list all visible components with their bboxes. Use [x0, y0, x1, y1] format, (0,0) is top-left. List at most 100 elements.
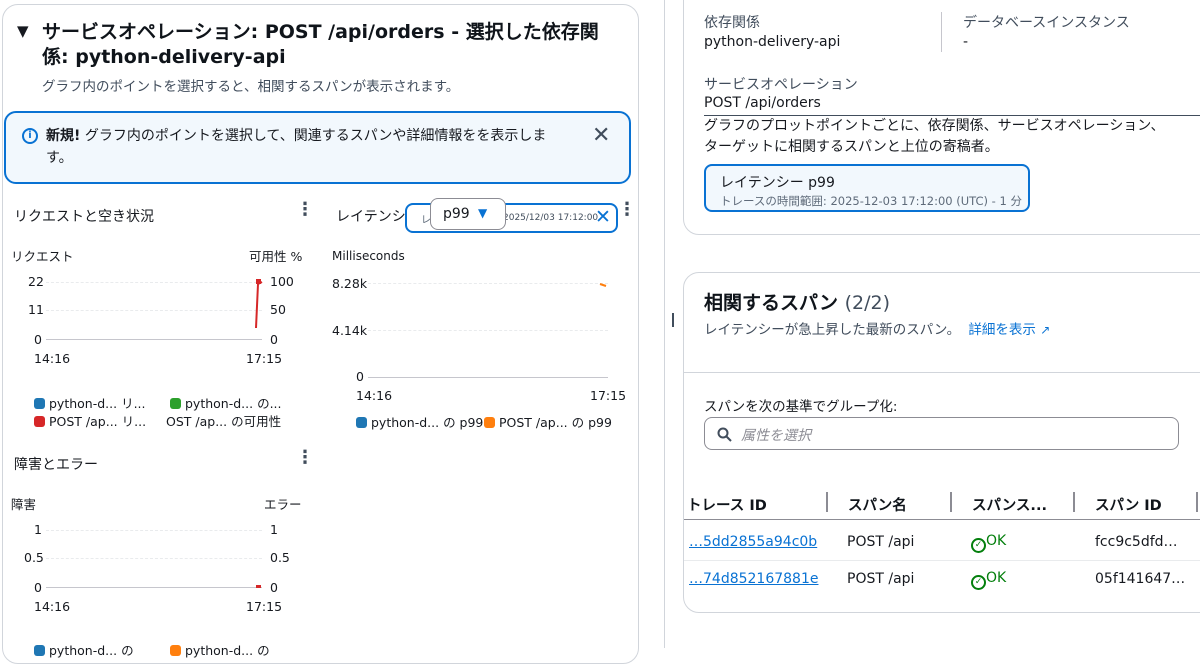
tick-left-1: 11: [28, 302, 44, 317]
details-description: グラフのプロットポイントごとに、依存関係、サービスオペレーション、 ターゲットに…: [704, 118, 1165, 155]
column-header-span-id[interactable]: スパン ID: [1095, 494, 1162, 515]
column-resizer[interactable]: [826, 492, 828, 512]
external-link-icon[interactable]: ↗: [1040, 323, 1050, 337]
availability-series: [255, 279, 263, 329]
latency-series: [599, 283, 607, 287]
tick-left-1: 0.5: [24, 550, 44, 565]
more-options-icon[interactable]: ⋮: [618, 201, 636, 219]
trace-id-link[interactable]: …74d852167881e: [689, 571, 818, 587]
db-instance-label: データベースインスタンス: [963, 15, 1130, 31]
tick-right-0: 1: [270, 522, 278, 537]
span-name: POST /api: [847, 571, 915, 587]
chart-title-requests: リクエストと空き状況: [14, 209, 154, 225]
legend-item[interactable]: OST /ap... の可用性: [166, 411, 281, 430]
legend-item[interactable]: python-d... リ...: [34, 393, 146, 412]
search-icon: [717, 427, 732, 442]
chart-title-faults: 障害とエラー: [14, 457, 98, 473]
column-header-span-status[interactable]: スパンス...: [972, 494, 1047, 515]
x-axis: [46, 339, 262, 340]
row-divider: [684, 560, 1200, 561]
operation-value: POST /api/orders: [704, 95, 821, 111]
column-resizer[interactable]: [950, 492, 952, 512]
legend-item[interactable]: python-d... の: [170, 640, 270, 659]
axis-label-errors: エラー: [264, 497, 302, 512]
tick-y-0: 8.28k: [332, 276, 368, 291]
spans-title: 相関するスパン (2/2): [704, 292, 890, 314]
left-panel: [2, 4, 639, 664]
column-header-trace-id[interactable]: トレース ID: [687, 494, 767, 515]
section-divider: [684, 372, 1200, 373]
caret-down-icon: ▼: [478, 206, 488, 220]
info-icon: i: [22, 128, 38, 144]
tick-right-0: 100: [270, 274, 294, 289]
group-by-label: スパンを次の基準でグループ化:: [704, 399, 898, 415]
x-tick-start: 14:16: [34, 599, 71, 614]
tick-left-2: 0: [34, 580, 42, 595]
grid-line: [46, 530, 262, 531]
stat-select-value: p99: [443, 206, 470, 222]
close-icon[interactable]: ✕: [592, 123, 610, 148]
axis-label-faults: 障害: [11, 497, 37, 512]
dependency-value: python-delivery-api: [704, 34, 841, 50]
attribute-search-input[interactable]: 属性を選択: [704, 417, 1179, 450]
grid-line: [46, 310, 262, 311]
check-circle-icon: ✓: [971, 575, 986, 590]
check-circle-icon: ✓: [971, 538, 986, 553]
span-id: 05f141647…: [1095, 571, 1186, 587]
fault-series-marker: [256, 585, 261, 588]
column-resizer[interactable]: [1073, 492, 1075, 512]
more-options-icon[interactable]: ⋮: [296, 201, 314, 219]
tick-left-0: 22: [28, 274, 44, 289]
span-id: fcc9c5dfd…: [1095, 534, 1178, 550]
tick-right-2: 0: [270, 580, 278, 595]
legend-item[interactable]: POST /ap... の p99: [484, 412, 612, 431]
stat-select[interactable]: p99 ▼: [430, 198, 506, 230]
badge-subtitle: トレースの時間範囲: 2025-12-03 17:12:00 (UTC) - 1…: [720, 194, 1022, 208]
legend-item[interactable]: python-d... の p99: [356, 412, 483, 431]
grid-line: [46, 282, 262, 283]
column-header-span-name[interactable]: スパン名: [848, 494, 907, 515]
collapse-toggle-icon[interactable]: ▼: [17, 22, 29, 40]
tick-left-0: 1: [34, 522, 42, 537]
close-icon[interactable]: ✕: [595, 206, 611, 228]
panel-subtitle: グラフ内のポイントを選択すると、相関するスパンが表示されます。: [42, 79, 460, 95]
dependency-label: 依存関係: [704, 15, 760, 31]
x-tick-end: 17:15: [246, 599, 283, 614]
resize-handle[interactable]: [672, 313, 674, 327]
selected-point-badge: レイテンシー p99 トレースの時間範囲: 2025-12-03 17:12:0…: [704, 164, 1030, 212]
x-tick-end: 17:15: [246, 351, 283, 366]
tick-right-1: 0.5: [270, 550, 290, 565]
x-tick-start: 14:16: [356, 388, 393, 403]
panel-title: サービスオペレーション: POST /api/orders - 選択した依存関 …: [42, 21, 599, 68]
x-tick-end: 17:15: [590, 388, 627, 403]
legend-item[interactable]: POST /ap... リ...: [34, 411, 146, 430]
grid-line: [368, 283, 608, 284]
grid-line: [46, 558, 262, 559]
x-axis: [46, 587, 262, 588]
legend-item[interactable]: python-d... の...: [170, 393, 282, 412]
badge-title: レイテンシー p99: [720, 175, 835, 191]
db-instance-value: -: [963, 34, 969, 50]
info-text: 新規! グラフ内のポイントを選択して、関連するスパンや詳細情報をを表示しま す。: [46, 128, 547, 166]
search-placeholder: 属性を選択: [741, 428, 811, 444]
status-ok: ✓ OK: [971, 533, 1006, 553]
axis-label-requests: リクエスト: [11, 249, 74, 264]
tick-y-2: 0: [356, 369, 364, 384]
legend-item[interactable]: python-d... の: [34, 640, 134, 659]
spans-subtitle: レイテンシーが急上昇した最新のスパン。 詳細を表示 ↗: [704, 322, 1051, 338]
header-divider: [684, 519, 1200, 520]
x-axis: [368, 377, 608, 378]
trace-id-link[interactable]: …5dd2855a94c0b: [689, 534, 817, 550]
grid-line: [368, 330, 608, 331]
more-options-icon[interactable]: ⋮: [296, 449, 314, 467]
column-divider: [941, 12, 942, 52]
operation-label: サービスオペレーション: [704, 77, 858, 93]
span-name: POST /api: [847, 534, 915, 550]
details-link[interactable]: 詳細を表示: [968, 322, 1036, 338]
popover-date: 2025/12/03 17:12:00: [503, 213, 599, 223]
x-tick-start: 14:16: [34, 351, 71, 366]
column-resizer[interactable]: [1196, 492, 1198, 512]
info-alert: i 新規! グラフ内のポイントを選択して、関連するスパンや詳細情報をを表示しま …: [4, 111, 631, 184]
status-ok: ✓ OK: [971, 570, 1006, 590]
tick-left-2: 0: [34, 332, 42, 347]
